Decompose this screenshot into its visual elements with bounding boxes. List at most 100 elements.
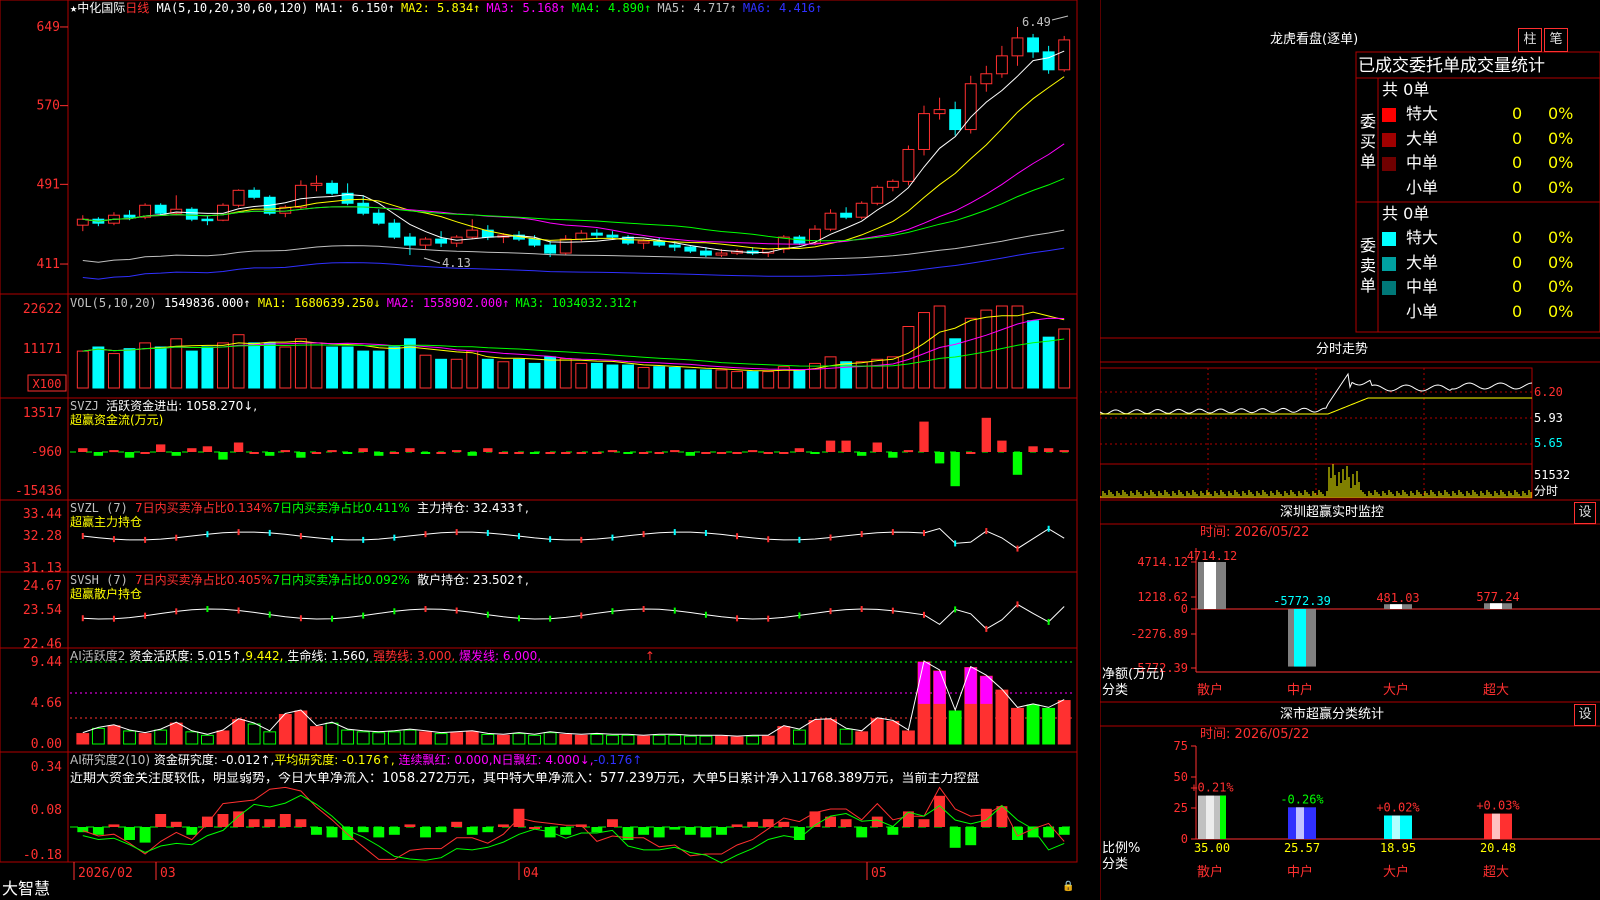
low-pointer xyxy=(423,257,441,264)
ai-active-bar xyxy=(263,731,277,745)
ai-active-bar xyxy=(169,722,183,745)
vol-value: 1549836.000↑ xyxy=(163,296,251,310)
ai-research-bar xyxy=(388,827,400,835)
candle-body xyxy=(466,229,479,238)
svzl-title: 超赢主力持仓 xyxy=(70,515,143,529)
ai-research-bar xyxy=(918,819,930,827)
class-cat-label: 中户 xyxy=(1287,864,1313,880)
svzj-bar xyxy=(1059,450,1069,453)
ai-active-bar xyxy=(76,733,90,745)
svzj-bar xyxy=(841,440,851,452)
class-value-label: 18.95 xyxy=(1380,841,1416,855)
ai-research-bar xyxy=(669,827,681,830)
ai-research-commentary: 近期大资金关注度较低，明显弱势，今日大单净流入：1058.272万元，其中特大单… xyxy=(70,772,980,786)
ai-research-bar xyxy=(420,827,431,838)
volume-bar xyxy=(341,346,354,389)
candle-body xyxy=(435,238,448,244)
ai-research-tick-label: 0.34 xyxy=(31,760,62,775)
ai-active-bar xyxy=(496,734,510,745)
ai-active-header: AI活跃度2 资金活跃度: 5.015↑,9.442, 生命线: 1.560, … xyxy=(70,649,655,663)
vol-header: VOL(5,10,20) 1549836.000↑ MA1: 1680639.2… xyxy=(70,296,644,310)
volume-bar xyxy=(513,358,525,389)
svzj-bar xyxy=(732,452,742,454)
svzj-bar xyxy=(280,450,290,453)
buy-count: 0 xyxy=(1512,128,1523,148)
ai-research-header: AI研究度2(10) 资金研究度: -0.012↑,平均研究度: -0.176↑… xyxy=(70,753,642,767)
volume-bar xyxy=(1027,320,1040,389)
svzj-bar xyxy=(825,440,836,452)
class-bar-highlight xyxy=(1392,815,1400,839)
ai-active-tick-label: 0.00 xyxy=(31,737,62,752)
svzj-tick-label: 13517 xyxy=(23,406,62,421)
ai-active-bar xyxy=(870,718,884,745)
kline-panel[interactable]: 649 570 491 411 6.49 4.13 22622 11171 X100 13517 -… xyxy=(0,0,1100,900)
sell-name: 大单 xyxy=(1406,252,1439,272)
volume-bar xyxy=(1011,305,1024,389)
buy-color-swatch xyxy=(1382,132,1396,147)
vol-label: VOL(5,10,20) xyxy=(70,296,157,310)
lock-icon: 🔒 xyxy=(1062,881,1075,892)
ai-research-bar xyxy=(92,827,104,835)
candle-body xyxy=(201,218,214,222)
volume-bar xyxy=(918,312,930,389)
ai-active-bar xyxy=(839,728,853,745)
ai-research-bar xyxy=(934,795,946,827)
svzj-bar xyxy=(389,452,400,454)
bar-view-button[interactable]: 柱 xyxy=(1518,28,1542,52)
svzj-bar xyxy=(1028,446,1038,452)
buy-pct: 0% xyxy=(1548,153,1574,172)
ai-active-bar xyxy=(232,719,245,745)
sz-monitor-settings-button[interactable]: 设 xyxy=(1574,502,1596,524)
svzj-bar xyxy=(545,452,555,454)
buy-row: 大单 0 0% xyxy=(1382,129,1600,149)
volume-bar xyxy=(824,356,837,389)
ai-research-bar xyxy=(139,827,151,843)
svzj-tick-label: -960 xyxy=(31,445,62,460)
sell-pct: 0% xyxy=(1548,228,1574,247)
volume-bar xyxy=(388,346,401,389)
indicator-tick-label: 23.54 xyxy=(23,603,62,618)
svzj-header: SVZJ 活跃资金进出: 1058.270↓, xyxy=(70,399,257,413)
volume-bar xyxy=(964,317,977,389)
ma-value-6: MA6: 4.416↑ xyxy=(742,1,823,15)
svzj-bar xyxy=(763,452,773,454)
ai-active-bar xyxy=(606,734,619,745)
ai-research-bar xyxy=(404,824,416,827)
ai-active-tick-label: 9.44 xyxy=(31,655,62,670)
sell-row: 中单 0 0% xyxy=(1382,277,1600,297)
sell-count: 0 xyxy=(1512,301,1523,321)
volume-bar xyxy=(902,326,915,389)
intraday-tick-2: 5.93 xyxy=(1534,411,1563,425)
sell-pct: 0% xyxy=(1548,277,1574,296)
ai-research-bar xyxy=(497,824,509,827)
sz-class-xlabel: 分类 xyxy=(1102,857,1129,872)
ai-research-bar xyxy=(295,819,307,827)
indicator-line xyxy=(82,603,1065,630)
ai-active-bar xyxy=(107,725,121,745)
volume-bar xyxy=(559,357,572,389)
ai-active-bar xyxy=(621,734,635,745)
volume-bar xyxy=(668,367,681,389)
svzj-bar xyxy=(405,448,415,452)
ai-research-bar xyxy=(684,827,696,835)
svzj-bar xyxy=(716,452,727,454)
period-label[interactable]: 日线 xyxy=(125,1,149,15)
candle-body xyxy=(995,55,1008,75)
sz-class-settings-button[interactable]: 设 xyxy=(1574,704,1596,726)
svzj-bar xyxy=(638,452,649,454)
tick-view-button[interactable]: 笔 xyxy=(1544,28,1568,52)
class-tick-label: 50 xyxy=(1174,770,1188,784)
candle-body xyxy=(388,222,401,238)
buy-total: 共 0单 xyxy=(1382,80,1430,99)
ai-active-bar xyxy=(761,735,775,745)
ai-active-bar xyxy=(668,734,682,745)
buy-count: 0 xyxy=(1512,153,1523,172)
svzj-bar xyxy=(592,452,602,454)
svzl-item3: 主力持仓: 32.433↑, xyxy=(417,501,529,515)
ai-active-bar xyxy=(278,713,292,745)
ai-active-bar xyxy=(637,735,651,745)
monitor-bar-highlight xyxy=(1204,562,1216,609)
class-tick-label: 25 xyxy=(1174,801,1188,815)
sell-name: 中单 xyxy=(1406,277,1439,296)
ma-label: MA(5,10,20,30,60,120) xyxy=(156,1,309,15)
